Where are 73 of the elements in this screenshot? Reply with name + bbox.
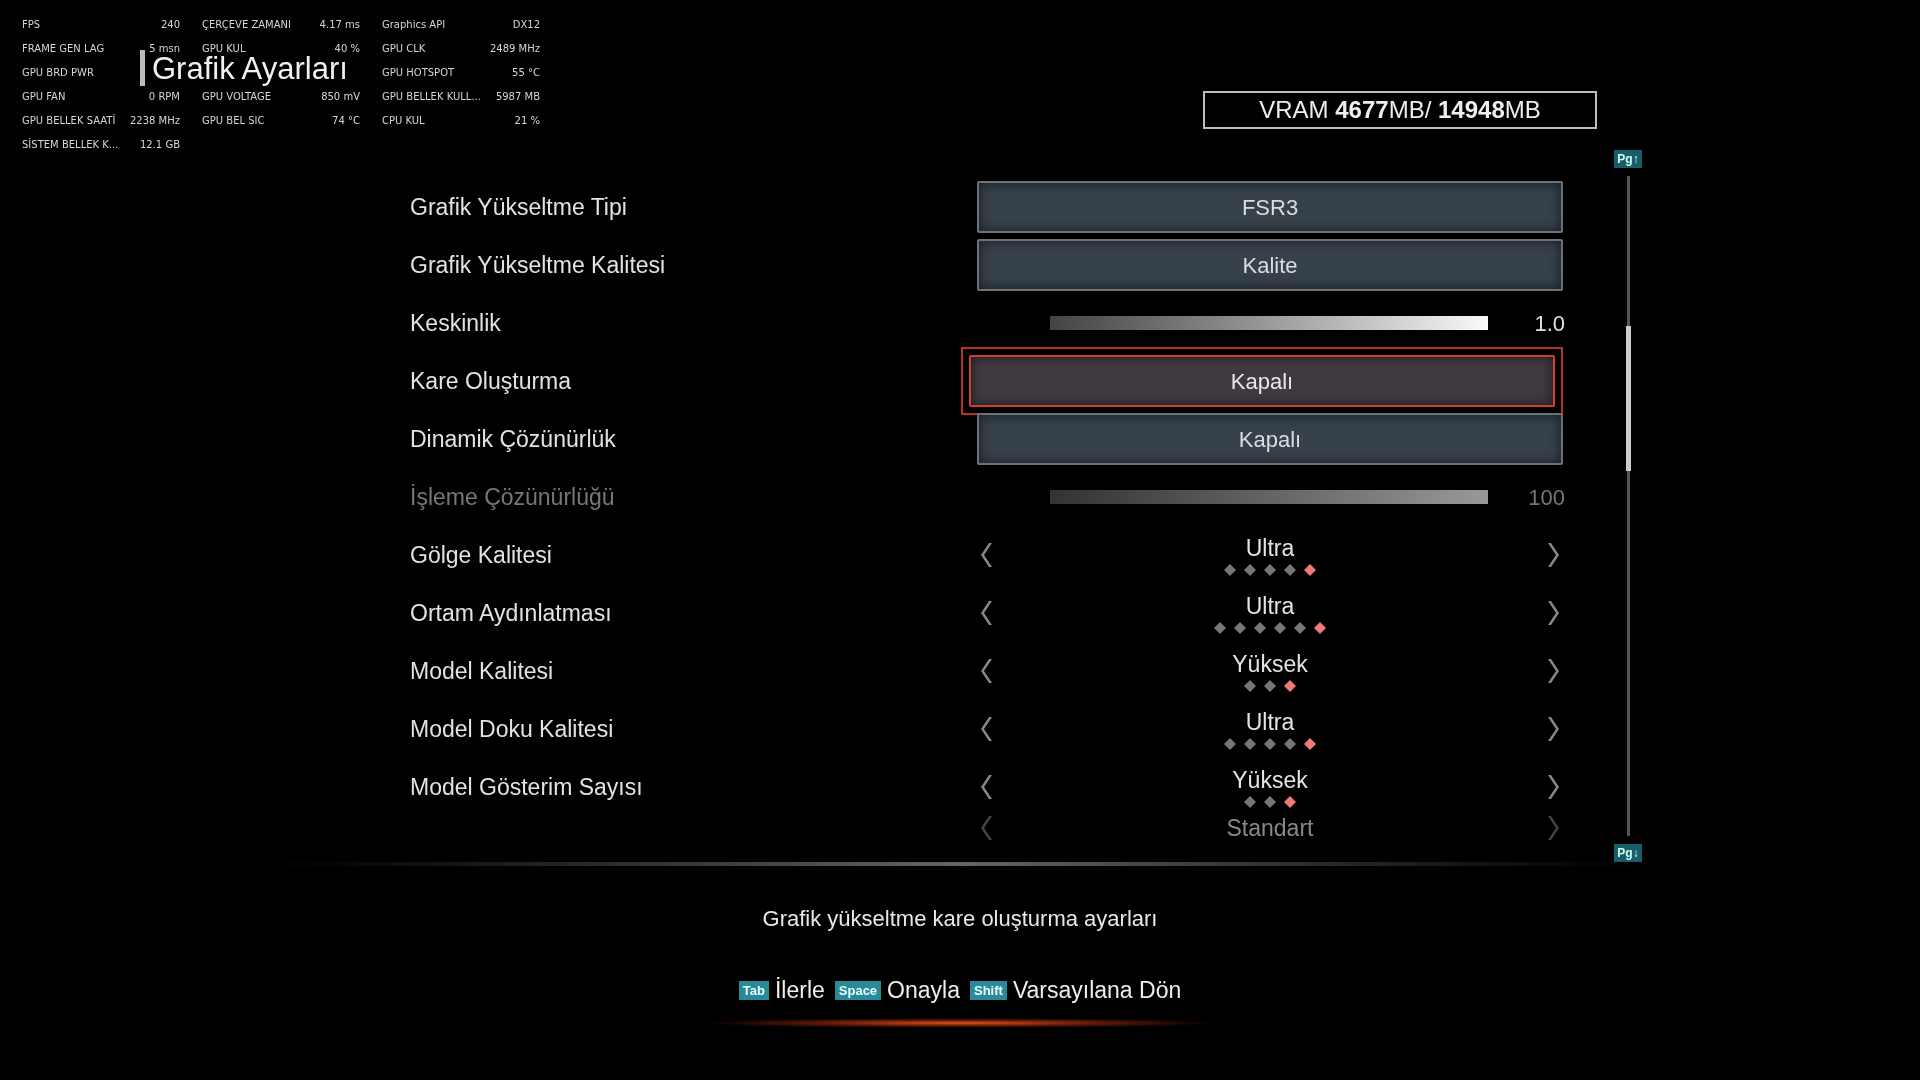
- slider-value: 1.0: [1534, 309, 1565, 338]
- overlay-label: ÇERÇEVE ZAMANI: [202, 17, 291, 32]
- vram-counter: VRAM 4677MB/ 14948MB: [1203, 91, 1597, 129]
- overlay-value: 5987 MB: [495, 89, 540, 104]
- setting-label: Grafik Yükseltme Tipi: [410, 193, 627, 220]
- overlay-label: SİSTEM BELLEK K...: [22, 137, 119, 152]
- chevron-right-icon[interactable]: [1545, 657, 1559, 685]
- chevron-right-icon[interactable]: [1545, 541, 1559, 569]
- overlay-label: CPU KUL: [382, 113, 425, 128]
- overlay-label: FPS: [22, 17, 41, 32]
- overlay-value: 850 mV: [321, 89, 360, 104]
- overlay-value: 2489 MHz: [489, 41, 540, 56]
- option-button[interactable]: Kapalı: [969, 355, 1555, 407]
- option-value: Ultra: [1245, 592, 1295, 620]
- overlay-label: GPU HOTSPOT: [382, 65, 455, 80]
- setting-label: Keskinlik: [410, 309, 501, 336]
- key-badge: Space: [834, 980, 882, 1000]
- overlay-value: DX12: [512, 17, 540, 32]
- option-value: Yüksek: [1232, 650, 1308, 678]
- overlay-value: 21 %: [514, 113, 540, 128]
- overlay-value: 55 °C: [512, 65, 540, 80]
- chevron-left-icon[interactable]: [981, 599, 995, 627]
- chevron-left-icon[interactable]: [981, 541, 995, 569]
- chevron-left-icon[interactable]: [981, 657, 995, 685]
- option-value: Ultra: [1245, 708, 1295, 736]
- setting-label: Ortam Aydınlatması: [410, 599, 612, 626]
- page-down-key[interactable]: Pg↓: [1614, 844, 1642, 862]
- key-badge: Tab: [738, 980, 769, 1000]
- overlay-label: GPU BRD PWR: [22, 65, 94, 80]
- overlay-value: 2238 MHz: [129, 113, 180, 128]
- option-value: Ultra: [1245, 534, 1295, 562]
- slider-fill[interactable]: [1050, 316, 1488, 330]
- overlay-value: 12.1 GB: [139, 137, 180, 152]
- option-button[interactable]: FSR3: [977, 181, 1563, 233]
- setting-description: Grafik yükseltme kare oluşturma ayarları: [762, 905, 1158, 933]
- scrollbar-thumb[interactable]: [1625, 326, 1631, 471]
- setting-label: Model Kalitesi: [410, 657, 554, 684]
- overlay-label: GPU BEL SIC: [202, 113, 265, 128]
- scrollbar[interactable]: [1626, 176, 1630, 836]
- overlay-label: GPU FAN: [22, 89, 66, 104]
- overlay-value: 240: [160, 17, 180, 32]
- setting-label: Model Gösterim Sayısı: [410, 773, 643, 800]
- overlay-label: GPU CLK: [382, 41, 426, 56]
- chevron-left-icon[interactable]: [981, 773, 995, 801]
- chevron-right-icon[interactable]: [1545, 715, 1559, 743]
- hint-text: İlerle: [774, 976, 825, 1005]
- overlay-value: 74 °C: [332, 113, 360, 128]
- page-up-key[interactable]: Pg↑: [1614, 150, 1642, 168]
- overlay-label: GPU BELLEK SAATİ: [22, 113, 116, 128]
- setting-label: Kare Oluşturma: [410, 367, 572, 394]
- hint-text: Varsayılana Dön: [1012, 976, 1182, 1005]
- setting-label: Dinamik Çözünürlük: [410, 425, 616, 452]
- overlay-label: GPU VOLTAGE: [202, 89, 272, 104]
- setting-label: Gölge Kalitesi: [410, 541, 552, 568]
- hint-text: Onayla: [887, 976, 960, 1005]
- overlay-value: 4.17 ms: [319, 17, 360, 32]
- key-badge: Shift: [970, 980, 1007, 1000]
- overlay-label: GPU BELLEK KULL...: [382, 89, 481, 104]
- overlay-label: Graphics API: [382, 17, 446, 32]
- slider-value: 100: [1528, 483, 1565, 512]
- title-marker: [140, 50, 145, 86]
- option-button[interactable]: Kapalı: [977, 413, 1563, 465]
- chevron-right-icon[interactable]: [1545, 599, 1559, 627]
- option-value: Yüksek: [1232, 766, 1308, 794]
- option-value: Standart: [1226, 814, 1314, 842]
- setting-label: Grafik Yükseltme Kalitesi: [410, 251, 666, 278]
- option-button[interactable]: Kalite: [977, 239, 1563, 291]
- overlay-label: FRAME GEN LAG: [22, 41, 105, 56]
- chevron-left-icon[interactable]: [981, 715, 995, 743]
- overlay-value: 0 RPM: [148, 89, 180, 104]
- setting-label: İşleme Çözünürlüğü: [410, 483, 615, 510]
- chevron-right-icon[interactable]: [1545, 773, 1559, 801]
- setting-label: Model Doku Kalitesi: [410, 715, 614, 742]
